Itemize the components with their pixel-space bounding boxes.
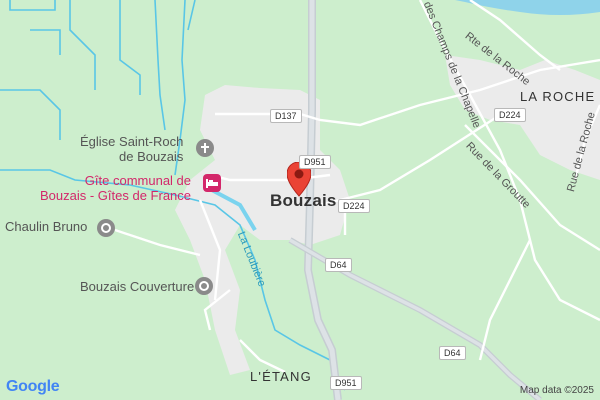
road-shield-d137: D137 [270, 109, 302, 123]
poi-label-chaulin[interactable]: Chaulin Bruno [5, 219, 87, 234]
road-shield-d951: D951 [299, 155, 331, 169]
poi-label-couverture[interactable]: Bouzais Couverture [80, 279, 194, 294]
road-shield-d951: D951 [330, 376, 362, 390]
road-shield-d224: D224 [494, 108, 526, 122]
poi-label-eglise[interactable]: Église Saint-Roch de Bouzais [80, 134, 183, 164]
road-shield-d224: D224 [338, 199, 370, 213]
cross-icon[interactable] [196, 139, 214, 157]
road-shield-d64: D64 [439, 346, 466, 360]
place-label-l-etang[interactable]: L'ÉTANG [250, 369, 312, 384]
place-icon[interactable] [97, 219, 115, 237]
place-icon[interactable] [195, 277, 213, 295]
poi-label-gite[interactable]: Gîte communal de Bouzais - Gîtes de Fran… [40, 173, 191, 203]
google-logo[interactable]: Google [6, 378, 60, 396]
map-attribution[interactable]: Map data ©2025 [520, 385, 594, 396]
road-shield-d64: D64 [325, 258, 352, 272]
bed-icon[interactable] [203, 174, 221, 192]
town-label[interactable]: Bouzais [270, 191, 337, 211]
place-label-la-roche[interactable]: LA ROCHE [520, 89, 595, 104]
